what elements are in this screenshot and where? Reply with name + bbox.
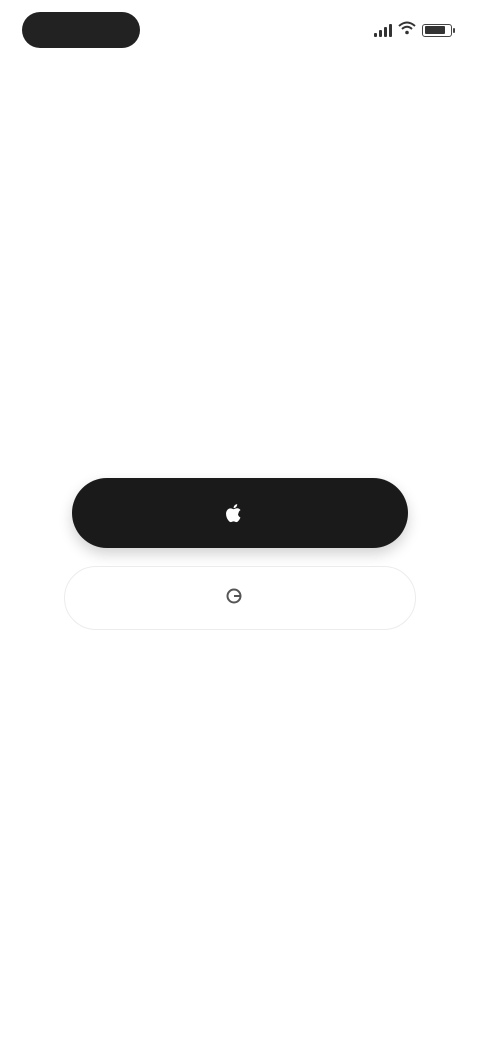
continue-with-apple-button[interactable] xyxy=(72,478,408,548)
status-bar xyxy=(0,0,480,64)
battery-icon xyxy=(422,23,455,37)
alternative-sign-in-link[interactable] xyxy=(100,696,380,726)
status-icons xyxy=(374,18,455,42)
wifi-icon xyxy=(398,21,416,40)
continue-with-google-button[interactable] xyxy=(64,566,416,630)
signal-bars-icon xyxy=(374,23,392,37)
status-time-pill xyxy=(22,12,140,48)
google-logo-icon xyxy=(226,588,242,609)
apple-logo-icon xyxy=(225,503,243,523)
top-banner xyxy=(0,62,480,98)
battery-level-fill xyxy=(424,26,445,34)
